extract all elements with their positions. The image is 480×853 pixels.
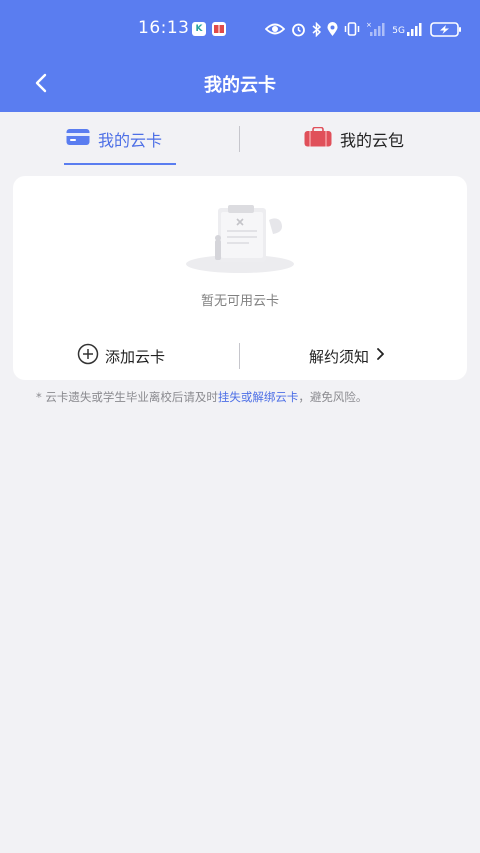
report-loss-unbind-link[interactable]: 挂失或解绑云卡	[218, 390, 299, 404]
eye-icon	[265, 22, 286, 36]
signal-5g-icon: 5G	[392, 22, 424, 36]
cloud-card-panel: 暂无可用云卡 添加云卡 解约须知	[13, 176, 467, 380]
status-icons: × 5G	[265, 19, 462, 39]
page-title: 我的云卡	[204, 75, 276, 96]
vibrate-icon	[344, 22, 360, 36]
header: 16:13 K × 5G 我的云卡	[0, 0, 480, 112]
termination-notice-label: 解约须知	[309, 347, 370, 366]
tab-label: 我的云包	[340, 131, 405, 150]
location-icon	[327, 21, 338, 37]
tab-my-cloud-wallet[interactable]: 我的云包	[304, 112, 404, 166]
actions-divider	[239, 343, 240, 369]
active-tab-indicator	[64, 163, 176, 165]
loss-notice: * 云卡遗失或学生毕业离校后请及时挂失或解绑云卡，避免风险。	[36, 389, 456, 405]
wallet-icon	[304, 126, 332, 151]
signal-x-icon: ×	[366, 21, 386, 37]
empty-state-illustration	[185, 198, 295, 278]
tab-bar: 我的云卡 我的云包	[0, 112, 480, 166]
termination-notice-button[interactable]: 解约须知	[309, 342, 385, 370]
k-app-icon: K	[192, 22, 206, 36]
network-label: 5G	[392, 26, 405, 36]
book-app-icon	[212, 22, 226, 36]
status-time: 16:13	[138, 18, 190, 38]
svg-text:×: ×	[366, 21, 372, 29]
tab-divider	[239, 126, 240, 152]
chevron-right-icon	[375, 347, 385, 365]
empty-state-message: 暂无可用云卡	[200, 294, 279, 309]
nav-bar: 我的云卡	[0, 58, 480, 112]
bluetooth-icon	[312, 21, 322, 37]
alarm-icon	[291, 22, 306, 37]
plus-circle-icon	[77, 343, 99, 369]
notice-prefix: * 云卡遗失或学生毕业离校后请及时	[36, 390, 218, 404]
add-cloud-card-button[interactable]: 添加云卡	[77, 342, 165, 370]
status-bar: 16:13 K × 5G	[0, 0, 480, 58]
battery-icon	[430, 21, 462, 37]
tab-my-cloud-cards[interactable]: 我的云卡	[66, 112, 162, 166]
notice-suffix: ，避免风险。	[298, 390, 368, 404]
credit-card-icon	[66, 128, 90, 150]
tab-label: 我的云卡	[98, 131, 163, 150]
add-cloud-card-label: 添加云卡	[105, 347, 166, 366]
